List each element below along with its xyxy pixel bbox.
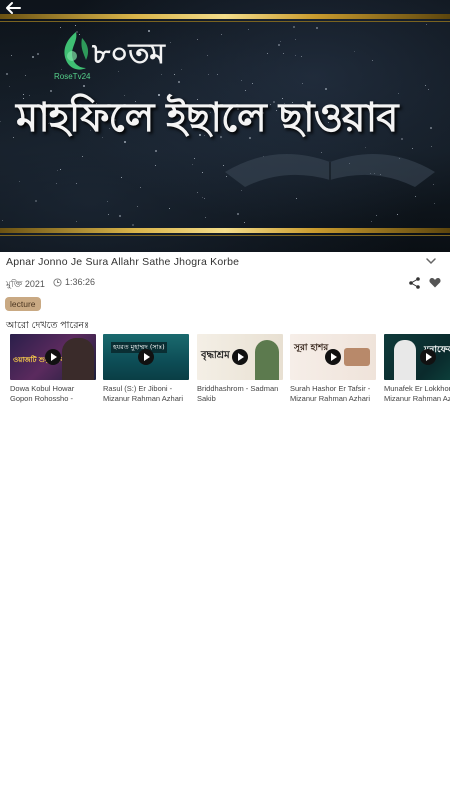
release-date: মুক্তি 2021 <box>6 279 45 289</box>
related-video-title: Dowa Kobul Howar Gopon Rohossho - <box>10 384 75 403</box>
related-heading: আরো দেখতে পারেনঃ <box>6 320 90 331</box>
star <box>196 191 198 193</box>
related-video-card[interactable]: ওয়াজটি শুনুন সবাই Dowa Kobul Howar Gopo… <box>10 334 96 404</box>
star <box>236 212 239 215</box>
related-video-title: Briddhashrom - Sadman Sakib <box>197 384 279 403</box>
star <box>240 79 242 81</box>
video-title: Apnar Jonno Je Sura Allahr Sathe Jhogra … <box>6 256 240 268</box>
category-tag[interactable]: lecture <box>5 297 41 311</box>
play-icon[interactable] <box>325 349 341 365</box>
star <box>10 54 12 56</box>
play-icon[interactable] <box>420 349 436 365</box>
speaker-image <box>255 340 279 380</box>
heart-icon[interactable] <box>429 277 441 288</box>
star <box>131 223 134 226</box>
star <box>277 43 280 46</box>
related-video-card[interactable]: মুনাফেক Munafek Er Lokkhon - Mizanur Rah… <box>384 334 450 404</box>
speaker-image <box>394 340 416 380</box>
video-thumbnail[interactable]: সূরা হাশর <box>290 334 376 380</box>
related-video-title: Surah Hashor Er Tafsir - Mizanur Rahman … <box>290 384 371 403</box>
star <box>36 52 39 55</box>
star <box>74 24 76 26</box>
star <box>251 83 253 85</box>
video-thumbnail[interactable]: মুনাফেক <box>384 334 450 380</box>
star <box>315 26 318 29</box>
star <box>266 52 268 54</box>
clock-icon <box>53 278 62 287</box>
star <box>154 164 156 166</box>
star <box>56 182 58 184</box>
channel-logo-text: RoseTv24 <box>54 72 91 81</box>
related-video-card[interactable]: বৃদ্ধাশ্রম Briddhashrom - Sadman Sakib <box>197 334 283 404</box>
open-book-icon <box>225 154 435 187</box>
top-gold-frame <box>0 14 450 19</box>
speaker-image <box>62 338 94 380</box>
video-thumbnail[interactable]: ওয়াজটি শুনুন সবাই <box>10 334 96 380</box>
star <box>371 59 373 61</box>
thumbnail-caption: বৃদ্ধাশ্রম <box>201 350 230 361</box>
related-video-title: Munafek Er Lokkhon - Mizanur Rahman Azha… <box>384 384 450 403</box>
frame-line <box>0 235 450 236</box>
video-player[interactable]: RoseTv24 ৮০তম মাহফিলে ইছালে ছাওয়াব <box>0 0 450 252</box>
star <box>60 168 62 170</box>
thumbnail-caption: সূরা হাশর <box>294 343 329 353</box>
star <box>301 55 303 57</box>
star <box>8 85 10 87</box>
play-icon[interactable] <box>232 349 248 365</box>
video-duration: 1:36:26 <box>65 277 96 287</box>
related-video-title: Rasul (S:) Er Jiboni - Mizanur Rahman Az… <box>103 384 184 403</box>
related-video-card[interactable]: সূরা হাশর Surah Hashor Er Tafsir - Mizan… <box>290 334 376 404</box>
star <box>106 200 108 202</box>
star <box>107 213 109 215</box>
book-image <box>344 348 370 366</box>
star <box>173 73 175 75</box>
star <box>178 80 181 83</box>
play-icon[interactable] <box>45 349 61 365</box>
overlay-number: ৮০তম <box>92 37 165 70</box>
star <box>433 202 435 204</box>
star <box>193 158 195 160</box>
related-video-card[interactable]: হযরত মুহাম্মদ (সাঃ) Rasul (S:) Er Jiboni… <box>103 334 189 404</box>
frame-line <box>0 21 450 22</box>
related-videos-row[interactable]: ওয়াজটি শুনুন সবাই Dowa Kobul Howar Gopo… <box>0 334 450 404</box>
star <box>57 169 58 171</box>
play-icon[interactable] <box>138 349 154 365</box>
video-thumbnail[interactable]: হযরত মুহাম্মদ (সাঃ) <box>103 334 189 380</box>
star <box>1 219 3 221</box>
chevron-down-icon[interactable] <box>425 256 437 266</box>
video-thumbnail[interactable]: বৃদ্ধাশ্রম <box>197 334 283 380</box>
star <box>295 197 297 199</box>
back-arrow-icon[interactable] <box>4 1 22 15</box>
star <box>136 205 138 207</box>
star <box>34 200 37 203</box>
share-icon[interactable] <box>409 277 420 289</box>
star <box>293 25 296 28</box>
star <box>201 196 203 198</box>
bottom-gold-frame <box>0 228 450 233</box>
